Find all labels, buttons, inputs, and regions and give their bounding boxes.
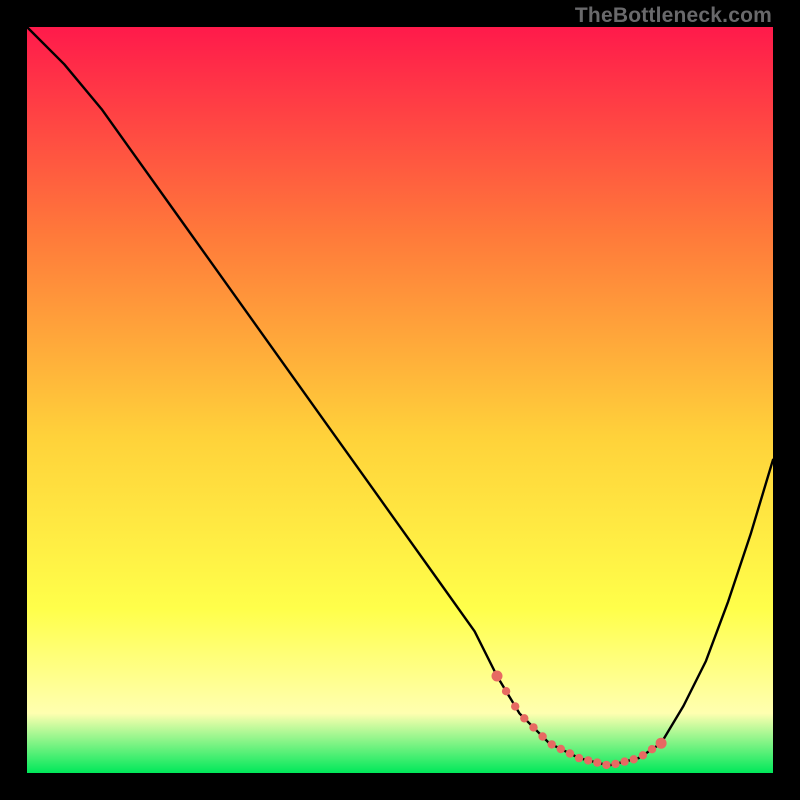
highlight-dot <box>538 732 546 740</box>
highlight-dot <box>548 740 556 748</box>
highlight-dot <box>611 760 619 768</box>
highlight-dot <box>620 757 628 765</box>
watermark-text: TheBottleneck.com <box>575 4 772 28</box>
highlight-dot <box>648 745 656 753</box>
highlight-dot <box>630 755 638 763</box>
highlight-dot <box>593 758 601 766</box>
gradient-background <box>27 27 773 773</box>
highlight-dot <box>602 761 610 769</box>
highlight-dot <box>511 702 519 710</box>
highlight-dot <box>520 714 528 722</box>
highlight-dot <box>584 756 592 764</box>
highlight-dot <box>557 745 565 753</box>
highlight-dot <box>502 687 510 695</box>
highlight-dot <box>492 671 503 682</box>
highlight-dot <box>575 754 583 762</box>
highlight-dot <box>529 723 537 731</box>
chart-frame: TheBottleneck.com <box>0 0 800 800</box>
highlight-dot <box>566 749 574 757</box>
highlight-dot <box>656 738 667 749</box>
plot-area <box>27 27 773 773</box>
chart-svg <box>27 27 773 773</box>
highlight-dot <box>639 751 647 759</box>
